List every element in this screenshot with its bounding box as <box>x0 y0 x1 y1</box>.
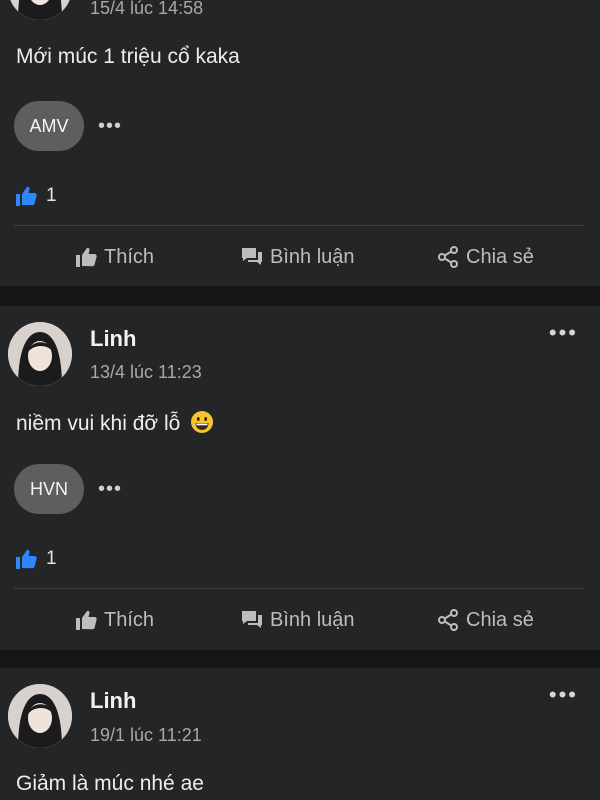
avatar-photo <box>8 322 72 386</box>
divider <box>14 225 584 226</box>
thumbs-up-icon <box>76 610 97 630</box>
post-time: 13/4 lúc 11:23 <box>90 362 202 382</box>
author-avatar[interactable] <box>8 684 72 748</box>
share-icon <box>438 246 458 268</box>
like-label: Thích <box>104 245 155 268</box>
author-avatar[interactable] <box>8 322 72 386</box>
post-card: 15/4 lúc 14:58 Mới múc 1 triệu cổ kaka A… <box>0 0 600 286</box>
post-card: Linh 13/4 lúc 11:23 ••• niềm vui khi đỡ … <box>0 306 600 650</box>
post-card: Linh 19/1 lúc 11:21 ••• Giảm là múc nhé … <box>0 668 600 800</box>
grinning-face-icon <box>191 411 214 433</box>
group-tag[interactable]: HVN <box>14 464 84 514</box>
post-time: 15/4 lúc 14:58 <box>90 0 204 18</box>
more-tags-button[interactable]: ••• <box>98 115 122 138</box>
post-content: niềm vui khi đỡ lỗ <box>16 410 214 436</box>
comment-button[interactable]: Bình luận <box>240 608 355 632</box>
author-name[interactable]: Linh <box>90 688 136 714</box>
comment-label: Bình luận <box>270 608 355 631</box>
reaction-summary[interactable]: 1 <box>14 546 57 572</box>
like-button[interactable]: Thích <box>74 608 154 632</box>
thumbs-up-icon <box>76 247 97 267</box>
post-content: Mới múc 1 triệu cổ kaka <box>16 45 240 68</box>
like-reaction-icon <box>16 549 37 569</box>
post-content: Giảm là múc nhé ae <box>16 772 204 795</box>
avatar-photo <box>8 0 72 20</box>
share-button[interactable]: Chia sẻ <box>436 245 534 269</box>
tag-row: AMV ••• <box>14 101 122 151</box>
author-avatar[interactable] <box>8 0 72 20</box>
share-label: Chia sẻ <box>466 245 534 268</box>
avatar-photo <box>8 684 72 748</box>
divider <box>14 588 584 589</box>
like-button[interactable]: Thích <box>74 245 154 269</box>
comment-label: Bình luận <box>270 245 355 268</box>
post-time: 19/1 lúc 11:21 <box>90 725 202 745</box>
comment-icon <box>242 248 262 265</box>
share-icon <box>438 609 458 631</box>
action-bar: Thích Bình luận Chia sẻ <box>0 232 600 282</box>
post-text: niềm vui khi đỡ lỗ <box>16 412 181 435</box>
like-label: Thích <box>104 608 155 631</box>
comment-icon <box>242 611 262 628</box>
action-bar: Thích Bình luận Chia sẻ <box>0 595 600 645</box>
tag-row: HVN ••• <box>14 464 122 514</box>
share-label: Chia sẻ <box>466 608 534 631</box>
like-reaction-icon <box>16 186 37 206</box>
reaction-count: 1 <box>46 548 57 569</box>
post-menu-button[interactable]: ••• <box>549 682 578 708</box>
group-tag[interactable]: AMV <box>14 101 84 151</box>
reaction-count: 1 <box>46 185 57 206</box>
author-name[interactable]: Linh <box>90 326 136 352</box>
share-button[interactable]: Chia sẻ <box>436 608 534 632</box>
reaction-summary[interactable]: 1 <box>14 183 57 209</box>
post-menu-button[interactable]: ••• <box>549 320 578 346</box>
comment-button[interactable]: Bình luận <box>240 245 355 269</box>
more-tags-button[interactable]: ••• <box>98 478 122 501</box>
